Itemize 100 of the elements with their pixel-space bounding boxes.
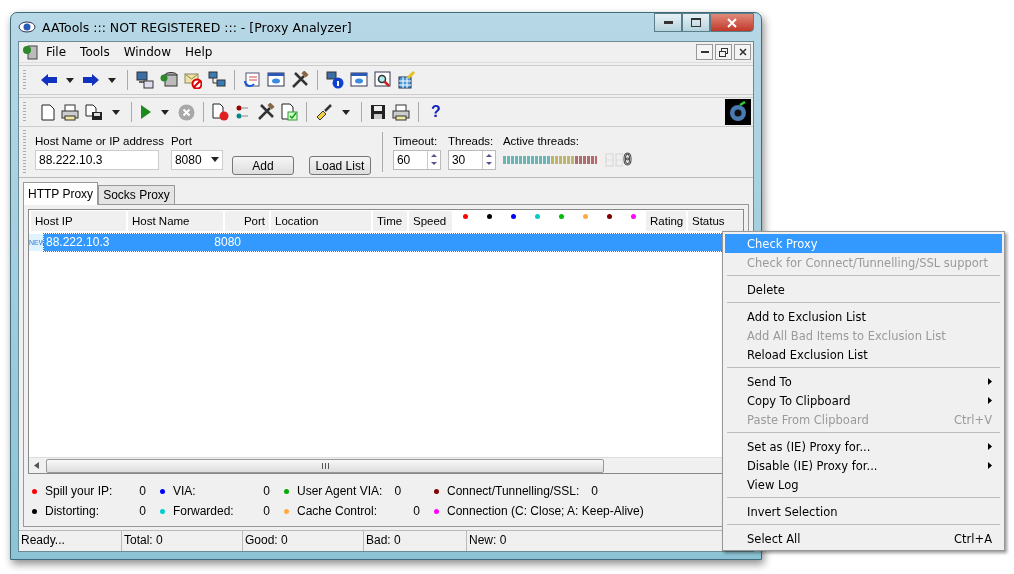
- legend-label: Forwarded:: [173, 504, 234, 518]
- column-header[interactable]: Rating: [646, 211, 686, 231]
- window-icon[interactable]: [350, 71, 368, 89]
- play-icon[interactable]: [140, 104, 152, 120]
- menu-item[interactable]: Send To: [725, 372, 1002, 391]
- menu-item[interactable]: Window: [117, 45, 177, 59]
- column-header[interactable]: Speed: [409, 211, 452, 231]
- timeout-spinner[interactable]: 60: [392, 149, 441, 170]
- caret-icon: [210, 157, 219, 162]
- column-header[interactable]: Port: [225, 211, 269, 231]
- tools-icon[interactable]: [291, 71, 309, 89]
- table-cell-text: 8080: [213, 234, 241, 251]
- tools-icon[interactable]: [257, 103, 275, 121]
- legend-label: Distorting:: [45, 504, 100, 518]
- status-text: Bad: 0: [364, 531, 467, 551]
- minimize-button[interactable]: [654, 13, 682, 32]
- status-text: Total: 0: [122, 531, 243, 551]
- legend-value: 0: [413, 504, 421, 518]
- menu-item[interactable]: File: [40, 45, 73, 59]
- logo-icon: [725, 99, 751, 125]
- column-header[interactable]: Host IP: [31, 211, 126, 231]
- caret-icon[interactable]: [108, 77, 116, 83]
- host-field[interactable]: 88.222.10.3: [35, 149, 159, 170]
- menu-item[interactable]: Invert Selection: [725, 502, 1002, 521]
- menu-item[interactable]: Delete: [725, 280, 1002, 299]
- legend-value: 0: [263, 504, 271, 518]
- legend-label: Connect/Tunnelling/SSL:: [447, 484, 580, 498]
- legend-label: VIA:: [173, 484, 196, 498]
- caret-icon[interactable]: [112, 109, 120, 115]
- scroll-left-icon[interactable]: [34, 462, 40, 469]
- close-button[interactable]: [734, 44, 751, 60]
- maximize-icon: [691, 18, 701, 27]
- app-icon: [22, 44, 38, 60]
- legend-value: 0: [139, 504, 147, 518]
- close-icon: [727, 17, 737, 28]
- help-button[interactable]: ?: [427, 103, 445, 121]
- legend-label: User Agent VIA:: [297, 484, 383, 498]
- column-header[interactable]: Location: [271, 211, 371, 231]
- back-arrow-icon[interactable]: [41, 74, 57, 86]
- legend-label: Connection (C: Close; A: Keep-Alive): [447, 504, 644, 518]
- eye-logo-icon: [18, 19, 36, 35]
- restore-icon: [719, 47, 728, 57]
- active-threads-count: 0: [622, 150, 632, 169]
- database-icon[interactable]: [160, 71, 178, 89]
- window-icon[interactable]: [267, 71, 285, 89]
- menu-item[interactable]: Set as (IE) Proxy for...: [725, 437, 1002, 456]
- checklist-icon[interactable]: [281, 103, 298, 121]
- menu-item[interactable]: Copy To Clipboard: [725, 391, 1002, 410]
- forward-arrow-icon[interactable]: [83, 74, 99, 86]
- menu-item[interactable]: Help: [179, 45, 219, 59]
- legend-value: 0: [591, 484, 599, 498]
- mail-blocked-icon[interactable]: [184, 71, 202, 89]
- document-icon[interactable]: [41, 103, 55, 121]
- menu-item[interactable]: Select All Ctrl+A: [725, 529, 1002, 548]
- port-label: Port: [170, 134, 193, 147]
- calendar-icon[interactable]: [398, 71, 416, 89]
- legend-label: Spill your IP:: [45, 484, 113, 498]
- computer-icon[interactable]: [136, 71, 154, 89]
- dots-icon[interactable]: [235, 104, 251, 120]
- menu-item[interactable]: Disable (IE) Proxy for...: [725, 456, 1002, 475]
- info-icon[interactable]: [326, 71, 344, 89]
- minimize-button[interactable]: [696, 44, 713, 60]
- menu-item[interactable]: View Log: [725, 475, 1002, 494]
- status-text: Ready...: [19, 531, 122, 551]
- host-label: Host Name or IP address: [35, 134, 164, 147]
- caret-icon[interactable]: [161, 109, 169, 115]
- search-icon[interactable]: [374, 71, 392, 89]
- legend-label: Cache Control:: [297, 504, 378, 518]
- network-icon[interactable]: [208, 71, 226, 89]
- threads-spinner[interactable]: 30: [447, 149, 496, 170]
- restore-button[interactable]: [715, 44, 732, 60]
- timeout-label: Timeout:: [392, 134, 439, 147]
- legend-value: 0: [394, 484, 403, 498]
- status-text: Good: 0: [243, 531, 364, 551]
- brush-icon[interactable]: [315, 103, 333, 121]
- menu-item[interactable]: Tools: [74, 45, 116, 59]
- window-title: AATools ::: NOT REGISTERED ::: - [Proxy Analyzer]: [42, 19, 352, 35]
- printer-icon[interactable]: [392, 103, 410, 121]
- legend-value: 0: [139, 484, 147, 498]
- add-button[interactable]: Add: [231, 156, 294, 175]
- refresh-icon[interactable]: [243, 71, 261, 89]
- maximize-button[interactable]: [682, 13, 710, 32]
- tab[interactable]: HTTP Proxy: [23, 182, 99, 205]
- menu-item[interactable]: Add to Exclusion List: [725, 307, 1002, 326]
- save-document-icon[interactable]: [85, 103, 103, 121]
- document-delete-icon[interactable]: [212, 103, 229, 121]
- caret-icon[interactable]: [66, 77, 74, 83]
- close-icon: [738, 48, 747, 56]
- port-dropdown[interactable]: 8080: [170, 149, 223, 170]
- printer-icon[interactable]: [61, 103, 79, 121]
- column-header[interactable]: Time: [373, 211, 407, 231]
- active-threads-label: Active threads:: [502, 134, 580, 147]
- caret-icon[interactable]: [342, 109, 350, 115]
- column-header[interactable]: Status: [688, 211, 743, 231]
- column-header[interactable]: Host Name: [128, 211, 223, 231]
- minimize-icon: [663, 21, 673, 24]
- load-list-button[interactable]: Load List: [308, 156, 371, 175]
- menu-item[interactable]: Reload Exclusion List: [725, 345, 1002, 364]
- tab[interactable]: Socks Proxy: [98, 185, 175, 204]
- table-cell-text: 88.222.10.3: [45, 234, 111, 251]
